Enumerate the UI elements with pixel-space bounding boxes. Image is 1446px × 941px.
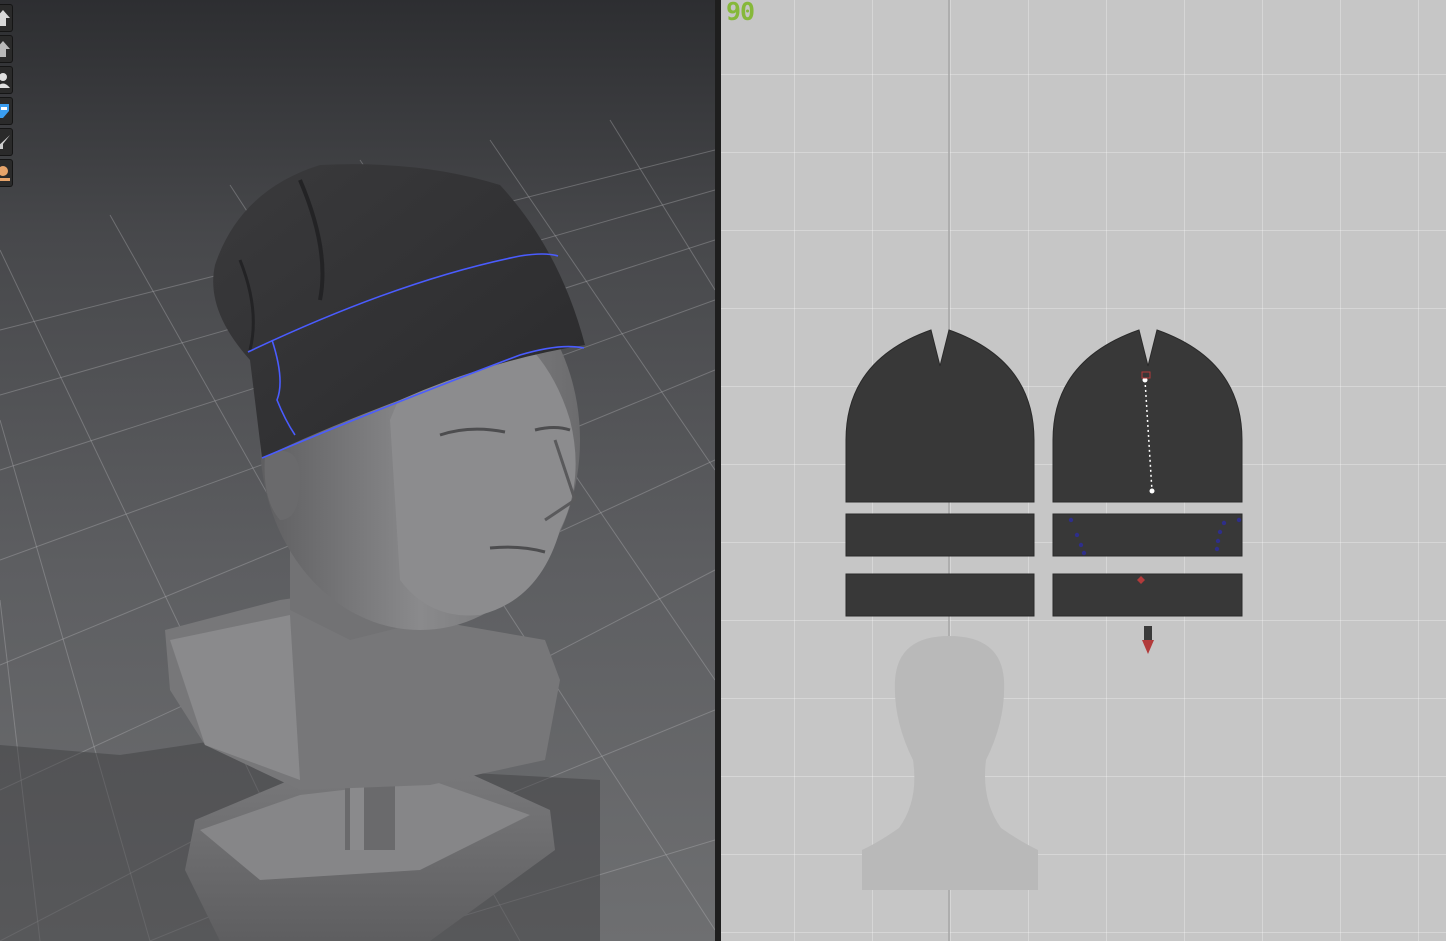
- brush-button[interactable]: [0, 97, 13, 125]
- arrow-up-alt-icon: [0, 41, 10, 57]
- avatar-silhouette: [862, 636, 1038, 890]
- scene-3d: [0, 119, 715, 941]
- pattern-canvas: [845, 0, 1243, 941]
- zoom-readout: 90: [726, 0, 755, 26]
- avatar-button[interactable]: [0, 66, 13, 94]
- pattern-piece-band-left-2: [845, 573, 1035, 617]
- brush-icon: [0, 104, 9, 118]
- side-toolbar: [0, 4, 14, 190]
- viewport-3d[interactable]: [0, 0, 715, 941]
- user-head-button[interactable]: [0, 159, 13, 187]
- transform-gizmo: [1142, 626, 1154, 654]
- needle-button[interactable]: [0, 128, 13, 156]
- needle-icon: [0, 135, 10, 149]
- pattern-piece-band-right-2: [1052, 573, 1243, 617]
- arrow-up-button[interactable]: [0, 4, 13, 32]
- pattern-piece-crown-left: [845, 329, 1035, 503]
- viewport-2d[interactable]: 90: [721, 0, 1446, 941]
- pattern-piece-band-right-1: [1052, 513, 1243, 557]
- avatar-icon: [0, 73, 10, 88]
- arrow-up-alt-button[interactable]: [0, 35, 13, 63]
- arrow-up-icon: [0, 10, 10, 26]
- pattern-piece-band-left-1: [845, 513, 1035, 557]
- user-head-icon: [0, 166, 10, 181]
